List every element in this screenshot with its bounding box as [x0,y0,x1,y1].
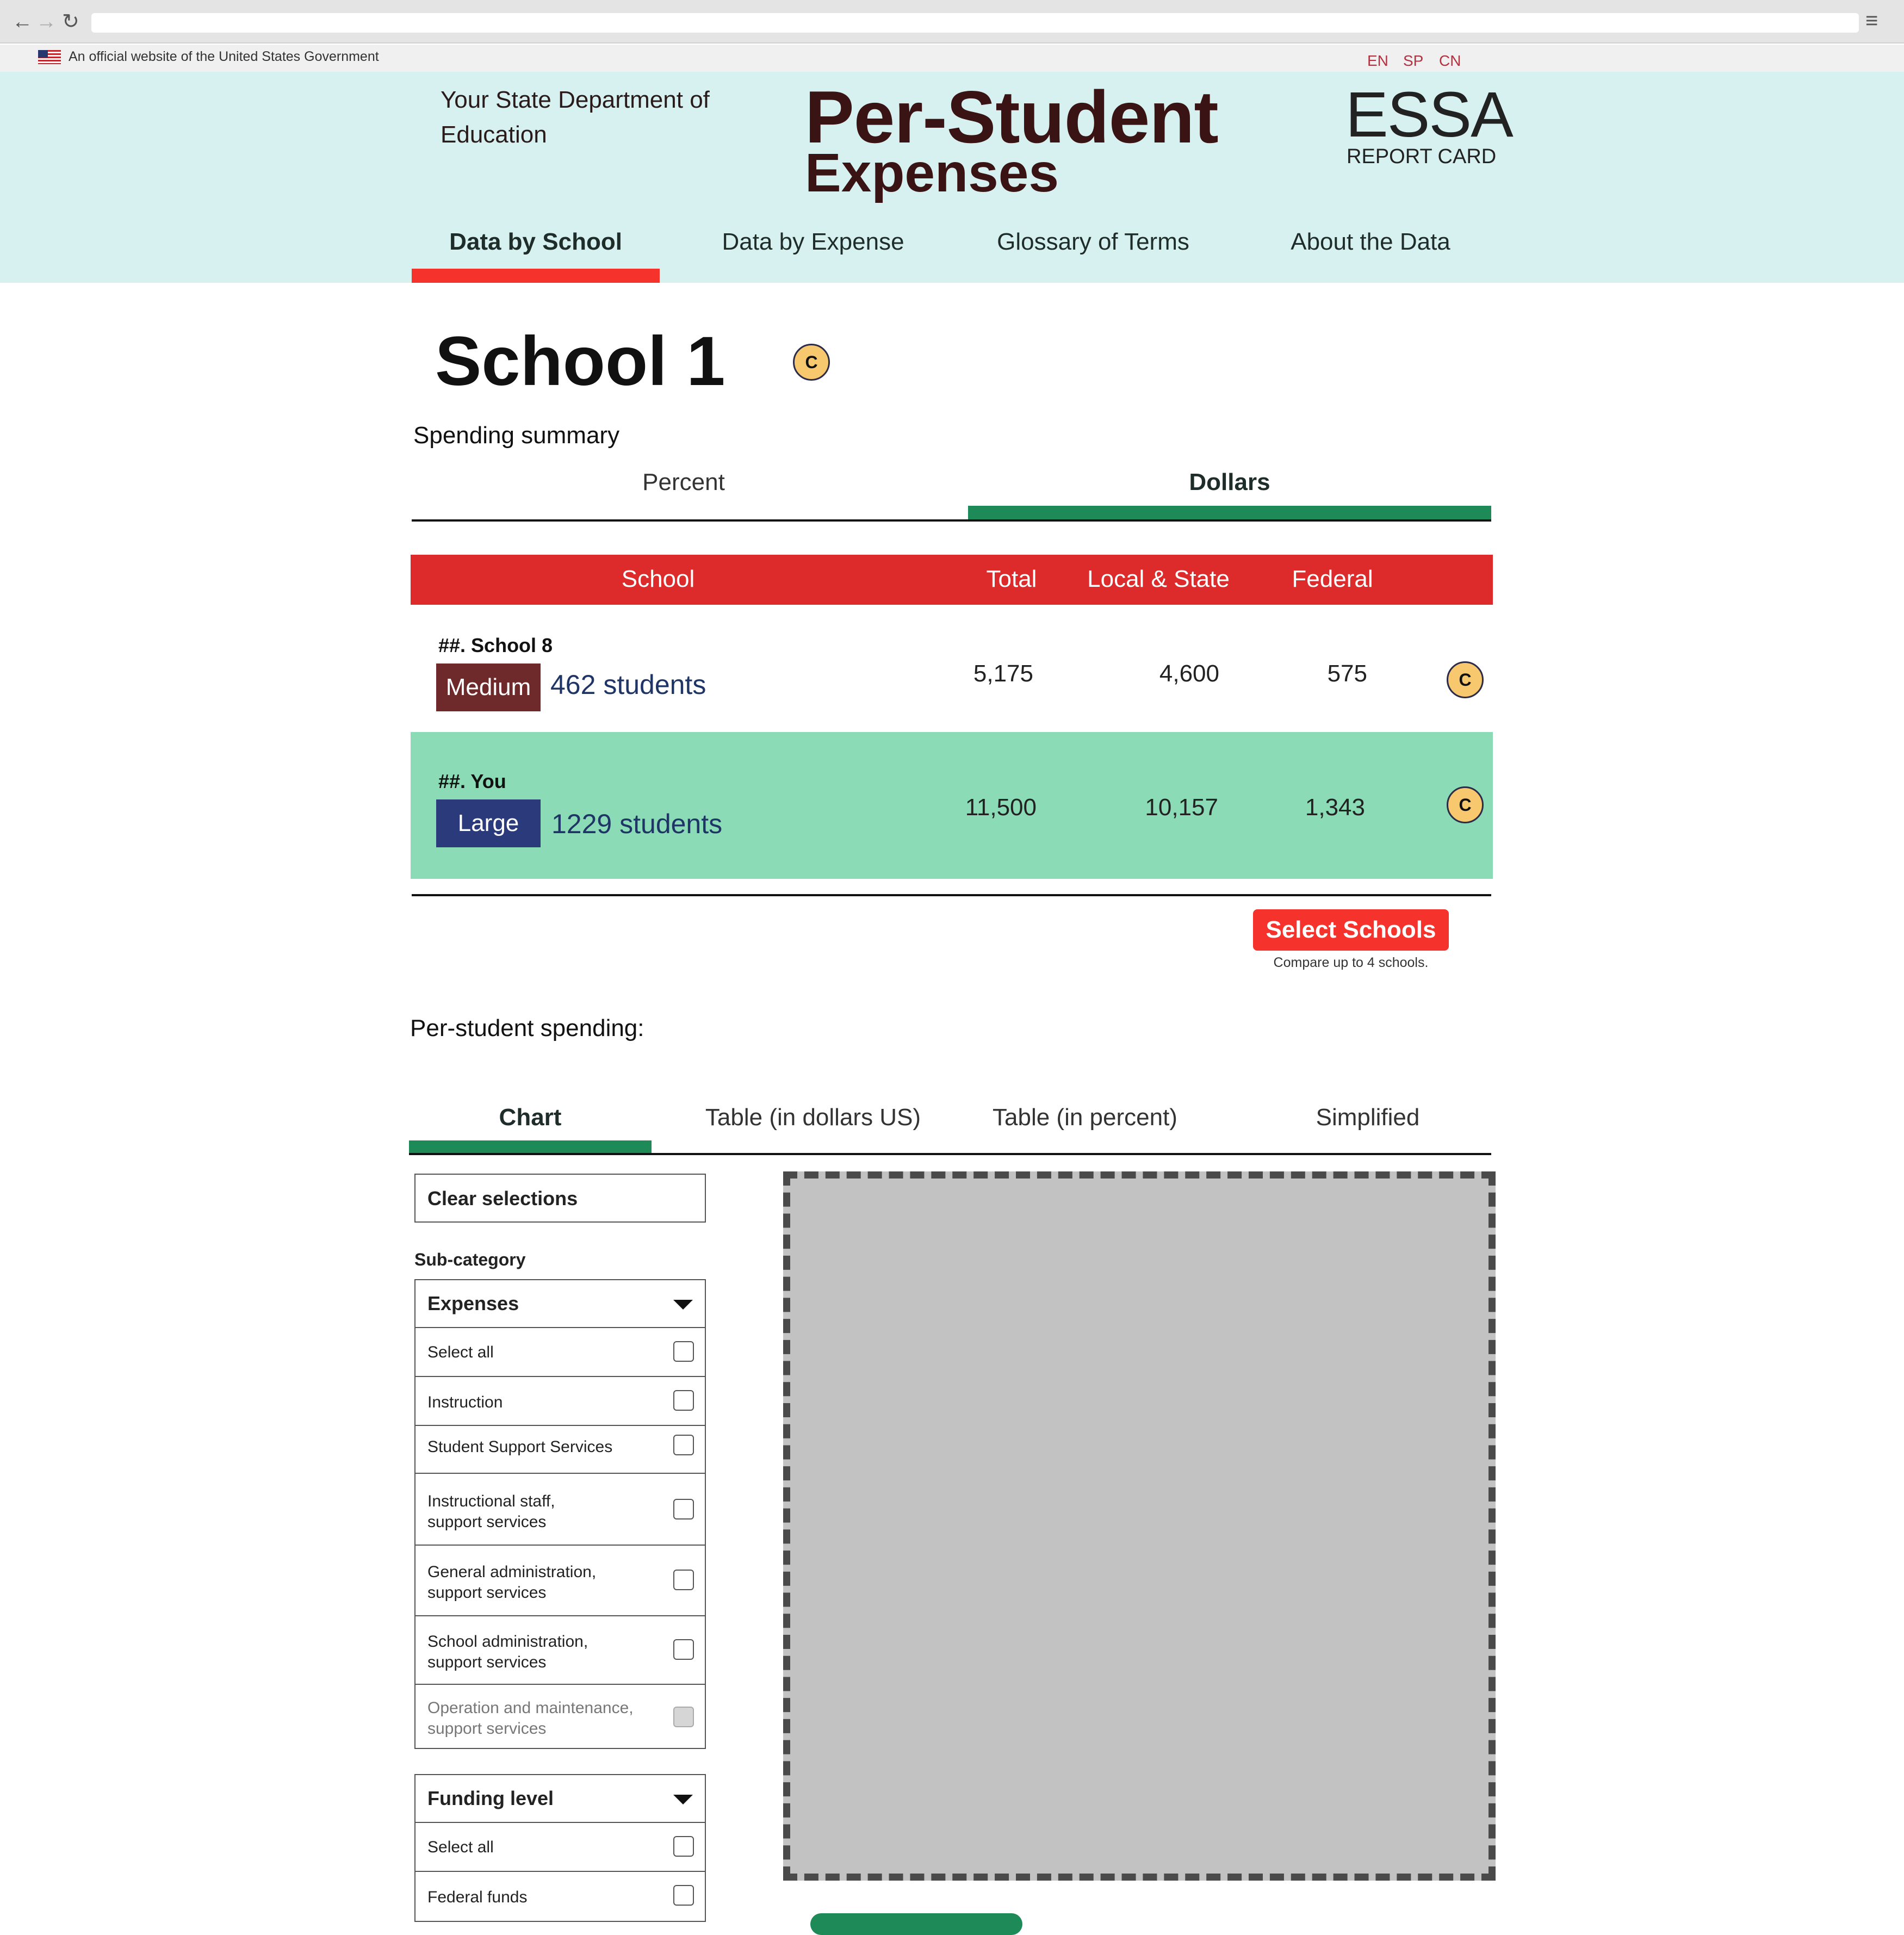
option-federal-funds[interactable]: Federal funds [414,1872,706,1922]
lang-sp-link[interactable]: SP [1403,52,1423,70]
option-student-support[interactable]: Student Support Services [414,1426,706,1474]
checkbox[interactable] [673,1390,694,1411]
row-local-state: 10,157 [1145,794,1218,821]
option-label: Student Support Services [427,1438,613,1456]
chevron-down-icon [673,1300,693,1310]
option-instructional-staff[interactable]: Instructional staff, support services [414,1474,706,1546]
tab-divider [412,519,1491,522]
row-school-name: ##. You [438,770,506,792]
row-school-name: ##. School 8 [438,634,553,656]
checkbox[interactable] [673,1435,694,1455]
checkbox[interactable] [673,1836,694,1857]
tab-table-dollars[interactable]: Table (in dollars US) [680,1099,946,1137]
option-label: Federal funds [427,1888,528,1906]
size-badge-large: Large [436,799,541,847]
row-local-state: 4,600 [1159,660,1219,687]
chart-placeholder [783,1171,1496,1881]
address-bar[interactable] [91,13,1859,33]
chevron-down-icon [673,1795,693,1804]
subcategory-label: Sub-category [414,1250,526,1269]
expenses-dropdown-label: Expenses [427,1292,519,1314]
gov-banner-text: An official website of the United States… [69,49,379,64]
per-student-label: Per-student spending: [410,1015,644,1041]
option-label: Instructional staff, support services [427,1492,555,1531]
tab-chart[interactable]: Chart [409,1099,652,1137]
lang-en-link[interactable]: EN [1367,52,1388,70]
nav-about-data[interactable]: About the Data [1245,223,1496,261]
option-funding-select-all[interactable]: Select all [414,1823,706,1872]
select-schools-button[interactable]: Select Schools [1253,909,1449,951]
clear-selections-button[interactable]: Clear selections [414,1174,706,1223]
school-title: School 1 [435,322,725,400]
essa-logo-subtitle: REPORT CARD [1347,145,1497,168]
option-label: School administration, support services [427,1633,588,1671]
size-badge-medium: Medium [436,663,541,711]
col-federal: Federal [1292,566,1373,592]
checkbox[interactable] [673,1885,694,1906]
tab-active-indicator [968,506,1491,520]
option-label: General administration, support services [427,1563,597,1602]
col-school: School [621,566,695,592]
back-arrow-icon[interactable]: ← [12,9,33,35]
tab-percent[interactable]: Percent [412,463,956,501]
row-total: 5,175 [973,660,1033,687]
row-students: 462 students [550,669,706,700]
option-instruction[interactable]: Instruction [414,1377,706,1426]
site-title-line2: Expenses [805,142,1059,203]
forward-arrow-icon[interactable]: → [36,9,57,35]
school-grade-badge: C [793,344,830,381]
row-students: 1229 students [551,809,723,839]
option-label: Select all [427,1343,494,1361]
compare-note: Compare up to 4 schools. [1273,955,1429,970]
reload-icon[interactable]: ↻ [62,9,79,35]
col-local-state: Local & State [1087,566,1230,592]
option-school-admin[interactable]: School administration, support services [414,1616,706,1685]
us-flag-icon [38,50,61,64]
expenses-dropdown[interactable]: Expenses [414,1279,706,1328]
option-label: Select all [427,1838,494,1856]
option-label: Operation and maintenance, support servi… [427,1699,634,1738]
table-bottom-rule [412,894,1491,896]
col-total: Total [986,566,1037,592]
row-grade-badge[interactable]: C [1447,786,1484,823]
tab-dollars[interactable]: Dollars [968,463,1491,501]
tab-divider [409,1153,1491,1155]
checkbox-disabled [673,1707,694,1727]
checkbox[interactable] [673,1341,694,1362]
nav-glossary[interactable]: Glossary of Terms [963,223,1224,261]
option-general-admin[interactable]: General administration, support services [414,1546,706,1616]
funding-dropdown-label: Funding level [427,1787,554,1809]
option-operation-maintenance: Operation and maintenance, support servi… [414,1685,706,1749]
green-button-partial[interactable] [810,1913,1022,1935]
lang-cn-link[interactable]: CN [1439,52,1461,70]
essa-logo: ESSA [1345,79,1514,151]
tab-table-percent[interactable]: Table (in percent) [957,1099,1213,1137]
spending-summary-label: Spending summary [413,422,620,449]
nav-active-indicator [412,269,660,283]
nav-data-by-school[interactable]: Data by School [412,223,660,261]
option-select-all[interactable]: Select all [414,1328,706,1377]
tab-simplified[interactable]: Simplified [1251,1099,1485,1137]
checkbox[interactable] [673,1639,694,1660]
row-federal: 575 [1327,660,1367,687]
agency-name: Your State Department of Education [441,86,710,148]
option-label: Instruction [427,1393,503,1411]
row-total: 11,500 [965,794,1037,821]
row-federal: 1,343 [1305,794,1365,821]
checkbox[interactable] [673,1570,694,1590]
funding-level-dropdown[interactable]: Funding level [414,1774,706,1823]
nav-data-by-expense[interactable]: Data by Expense [685,223,941,261]
row-grade-badge[interactable]: C [1447,661,1484,698]
hamburger-menu-icon[interactable]: ≡ [1865,8,1878,34]
checkbox[interactable] [673,1499,694,1520]
